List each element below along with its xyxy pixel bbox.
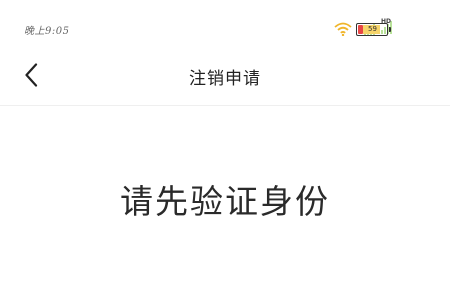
status-bar: 晚上9:05 HD 59: [0, 0, 450, 44]
page-title: 注销申请: [189, 69, 261, 89]
verify-identity-heading: 请先验证身份: [120, 182, 330, 221]
battery-icon: 59: [356, 23, 391, 36]
wifi-icon: [334, 22, 352, 36]
main-content: 请先验证身份: [0, 107, 450, 300]
nav-bar: 注销申请: [0, 46, 450, 106]
battery-level-text: 59: [368, 25, 377, 33]
status-time: 晚上9:05: [24, 26, 70, 37]
